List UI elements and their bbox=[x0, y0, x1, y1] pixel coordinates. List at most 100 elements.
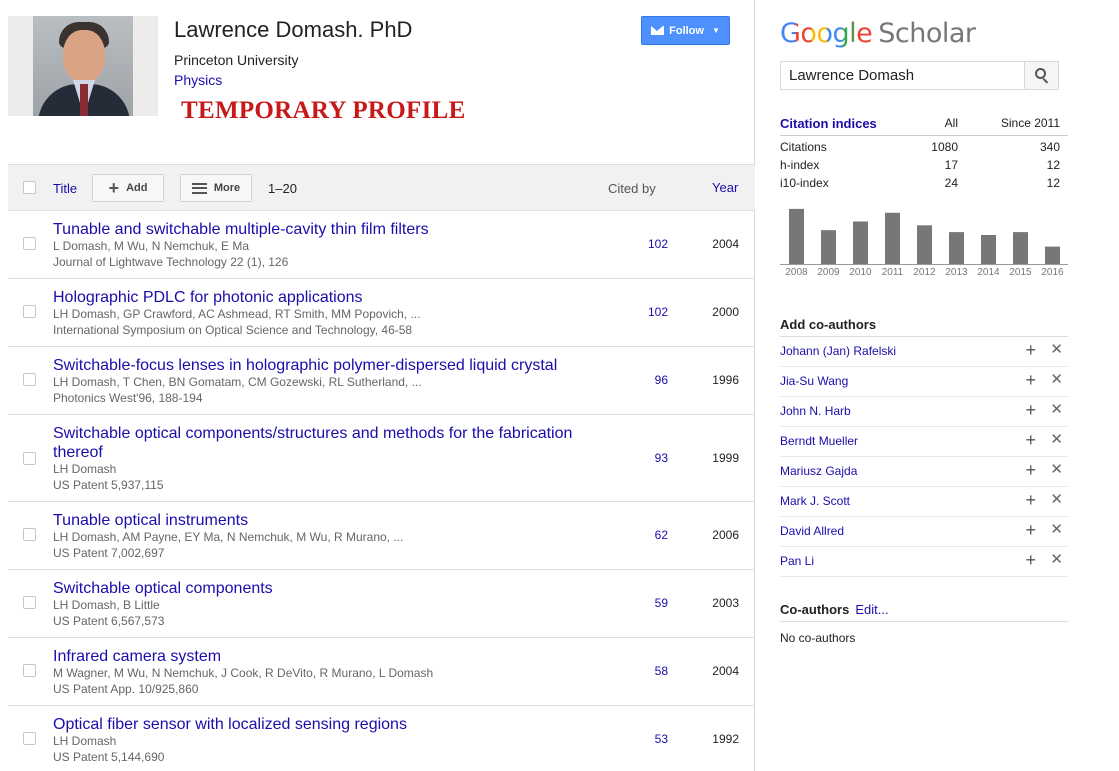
add-coauthor-icon[interactable]: + bbox=[1025, 371, 1036, 389]
dismiss-coauthor-icon[interactable]: ✕ bbox=[1050, 492, 1063, 507]
coauthor-name-link[interactable]: Mariusz Gajda bbox=[780, 464, 857, 478]
coauthor-name-link[interactable]: John N. Harb bbox=[780, 404, 851, 418]
cited-by-count[interactable]: 102 bbox=[648, 305, 668, 319]
dismiss-coauthor-icon[interactable]: ✕ bbox=[1050, 462, 1063, 477]
coauthor-name-link[interactable]: Pan Li bbox=[780, 554, 814, 568]
article-authors: LH Domash, T Chen, BN Gomatam, CM Gozews… bbox=[53, 375, 422, 389]
article-row: Holographic PDLC for photonic applicatio… bbox=[8, 279, 755, 347]
article-title-link[interactable]: Switchable-focus lenses in holographic p… bbox=[53, 356, 583, 375]
mail-icon bbox=[651, 26, 665, 35]
more-button[interactable]: More bbox=[180, 174, 252, 202]
dismiss-coauthor-icon[interactable]: ✕ bbox=[1050, 522, 1063, 537]
article-checkbox[interactable] bbox=[23, 452, 36, 465]
dismiss-coauthor-icon[interactable]: ✕ bbox=[1050, 342, 1063, 357]
article-checkbox[interactable] bbox=[23, 305, 36, 318]
article-authors: M Wagner, M Wu, N Nemchuk, J Cook, R DeV… bbox=[53, 666, 434, 680]
menu-icon bbox=[191, 182, 207, 194]
article-authors: LH Domash, GP Crawford, AC Ashmead, RT S… bbox=[53, 307, 421, 321]
article-title-link[interactable]: Tunable and switchable multiple-cavity t… bbox=[53, 220, 583, 239]
chart-year-label: 2012 bbox=[913, 267, 936, 278]
article-year: 2004 bbox=[712, 664, 739, 678]
add-coauthor-icon[interactable]: + bbox=[1025, 461, 1036, 479]
coauthor-name-link[interactable]: David Allred bbox=[780, 524, 844, 538]
chart-bar-2010[interactable] bbox=[853, 221, 868, 264]
coauthor-name-link[interactable]: Jia-Su Wang bbox=[780, 374, 848, 388]
chart-year-label: 2014 bbox=[977, 267, 1000, 278]
select-all-checkbox[interactable] bbox=[23, 181, 36, 194]
articles-table-header: Title + Add More 1–20 Cited by Year bbox=[8, 164, 755, 211]
cited-by-count[interactable]: 102 bbox=[648, 237, 668, 251]
chart-bar-2014[interactable] bbox=[981, 235, 996, 264]
no-coauthors-text: No co-authors bbox=[780, 631, 856, 645]
coauthor-name-link[interactable]: Berndt Mueller bbox=[780, 434, 858, 448]
cited-by-count[interactable]: 62 bbox=[655, 528, 668, 542]
article-checkbox[interactable] bbox=[23, 237, 36, 250]
sort-by-title[interactable]: Title bbox=[53, 181, 77, 196]
article-row: Tunable optical instruments LH Domash, A… bbox=[8, 502, 755, 570]
index-label: Citations bbox=[780, 140, 827, 154]
article-venue: US Patent 6,567,573 bbox=[53, 614, 165, 628]
coauthor-name-link[interactable]: Mark J. Scott bbox=[780, 494, 850, 508]
cited-by-count[interactable]: 96 bbox=[655, 373, 668, 387]
article-row: Switchable optical components LH Domash,… bbox=[8, 570, 755, 638]
google-scholar-logo[interactable]: Google Scholar bbox=[780, 18, 976, 49]
chart-bar-2011[interactable] bbox=[885, 212, 900, 264]
article-checkbox[interactable] bbox=[23, 596, 36, 609]
article-year: 1999 bbox=[712, 451, 739, 465]
dismiss-coauthor-icon[interactable]: ✕ bbox=[1050, 372, 1063, 387]
add-coauthor-icon[interactable]: + bbox=[1025, 401, 1036, 419]
coauthor-name-link[interactable]: Johann (Jan) Rafelski bbox=[780, 344, 896, 358]
logo-google-text: Google bbox=[780, 18, 873, 49]
follow-label: Follow bbox=[669, 24, 704, 37]
article-checkbox[interactable] bbox=[23, 664, 36, 677]
article-title-link[interactable]: Optical fiber sensor with localized sens… bbox=[53, 715, 583, 734]
cited-by-count[interactable]: 58 bbox=[655, 664, 668, 678]
cited-by-count[interactable]: 59 bbox=[655, 596, 668, 610]
add-coauthor-icon[interactable]: + bbox=[1025, 431, 1036, 449]
dismiss-coauthor-icon[interactable]: ✕ bbox=[1050, 432, 1063, 447]
article-year: 2000 bbox=[712, 305, 739, 319]
article-title-link[interactable]: Switchable optical components bbox=[53, 579, 583, 598]
sort-by-year[interactable]: Year bbox=[712, 180, 738, 195]
search-input[interactable] bbox=[781, 62, 1024, 89]
article-title-link[interactable]: Infrared camera system bbox=[53, 647, 583, 666]
index-since: 12 bbox=[1046, 176, 1060, 190]
profile-field-link[interactable]: Physics bbox=[174, 72, 222, 88]
dismiss-coauthor-icon[interactable]: ✕ bbox=[1050, 552, 1063, 567]
article-checkbox[interactable] bbox=[23, 373, 36, 386]
chart-bar-2013[interactable] bbox=[949, 232, 964, 264]
chart-bar-2015[interactable] bbox=[1013, 232, 1028, 264]
profile-affiliation: Princeton University bbox=[174, 52, 299, 68]
chart-bar-2009[interactable] bbox=[821, 230, 836, 264]
coauthor-suggestion: Johann (Jan) Rafelski + ✕ bbox=[780, 337, 1068, 367]
chart-bar-2016[interactable] bbox=[1045, 246, 1060, 264]
search-button[interactable] bbox=[1024, 62, 1058, 89]
index-row: i10-index 24 12 bbox=[780, 174, 1068, 192]
index-all: 1080 bbox=[931, 140, 958, 154]
article-authors: L Domash, M Wu, N Nemchuk, E Ma bbox=[53, 239, 250, 253]
add-button[interactable]: + Add bbox=[92, 174, 164, 202]
edit-coauthors-link[interactable]: Edit... bbox=[855, 602, 888, 617]
chart-year-label: 2009 bbox=[817, 267, 840, 278]
article-checkbox[interactable] bbox=[23, 528, 36, 541]
chart-year-label: 2010 bbox=[849, 267, 872, 278]
article-title-link[interactable]: Tunable optical instruments bbox=[53, 511, 583, 530]
article-authors: LH Domash, AM Payne, EY Ma, N Nemchuk, M… bbox=[53, 530, 404, 544]
cited-by-count[interactable]: 93 bbox=[655, 451, 668, 465]
follow-button[interactable]: Follow ▼ bbox=[641, 16, 730, 45]
add-coauthor-icon[interactable]: + bbox=[1025, 491, 1036, 509]
article-title-link[interactable]: Switchable optical components/structures… bbox=[53, 424, 583, 462]
article-title-link[interactable]: Holographic PDLC for photonic applicatio… bbox=[53, 288, 583, 307]
add-coauthor-icon[interactable]: + bbox=[1025, 521, 1036, 539]
add-coauthor-icon[interactable]: + bbox=[1025, 341, 1036, 359]
chart-bar-2012[interactable] bbox=[917, 225, 932, 264]
dismiss-coauthor-icon[interactable]: ✕ bbox=[1050, 402, 1063, 417]
article-year: 2003 bbox=[712, 596, 739, 610]
article-checkbox[interactable] bbox=[23, 732, 36, 745]
add-coauthors-title: Add co-authors bbox=[780, 317, 877, 332]
profile-photo bbox=[33, 16, 133, 116]
cited-by-count[interactable]: 53 bbox=[655, 732, 668, 746]
chart-bar-2008[interactable] bbox=[789, 208, 804, 264]
coauthor-suggestion: Mariusz Gajda + ✕ bbox=[780, 457, 1068, 487]
add-coauthor-icon[interactable]: + bbox=[1025, 551, 1036, 569]
